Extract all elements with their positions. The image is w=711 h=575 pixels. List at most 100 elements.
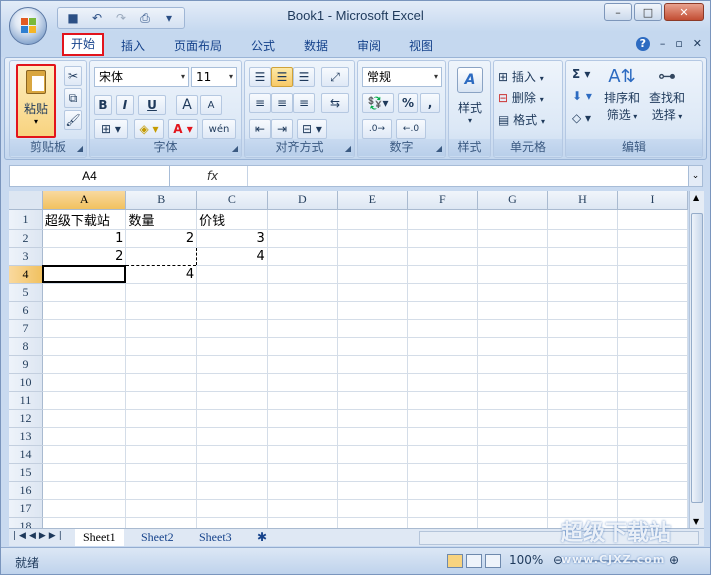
- column-header[interactable]: D: [267, 191, 338, 210]
- cell[interactable]: [196, 265, 268, 284]
- cell[interactable]: [125, 319, 198, 338]
- cell[interactable]: [547, 319, 619, 338]
- cell[interactable]: [407, 265, 478, 284]
- insert-function-icon[interactable]: fx: [178, 166, 248, 186]
- column-header[interactable]: G: [477, 191, 548, 210]
- comma-button[interactable]: ,: [420, 93, 440, 113]
- cell[interactable]: [407, 481, 478, 500]
- merge-center-icon[interactable]: ⊟ ▾: [297, 119, 327, 139]
- expand-formula-bar-icon[interactable]: ⌄: [688, 166, 702, 186]
- cell[interactable]: [337, 409, 408, 428]
- cut-icon[interactable]: ✂: [64, 66, 82, 86]
- cell[interactable]: [547, 283, 619, 302]
- column-header[interactable]: B: [125, 191, 198, 210]
- cell[interactable]: [547, 499, 619, 518]
- cell[interactable]: [547, 229, 619, 248]
- italic-button[interactable]: I: [116, 95, 134, 115]
- view-normal-icon[interactable]: [447, 554, 463, 568]
- cell[interactable]: [407, 445, 478, 464]
- sheet-tab-3[interactable]: Sheet3: [191, 529, 240, 546]
- cell[interactable]: [196, 481, 268, 500]
- cell[interactable]: 1: [42, 229, 127, 248]
- cell[interactable]: [42, 301, 127, 320]
- cell[interactable]: [547, 427, 619, 446]
- row-header[interactable]: 5: [9, 283, 43, 302]
- cell[interactable]: [42, 481, 127, 500]
- cell[interactable]: [477, 373, 548, 392]
- cell[interactable]: [337, 373, 408, 392]
- percent-button[interactable]: %: [398, 93, 418, 113]
- tab-formulas[interactable]: 公式: [245, 36, 281, 56]
- cell[interactable]: [196, 301, 268, 320]
- cell[interactable]: [617, 265, 688, 284]
- cell[interactable]: [477, 283, 548, 302]
- cell[interactable]: [196, 427, 268, 446]
- cell[interactable]: 2: [125, 229, 198, 248]
- cell[interactable]: [267, 517, 338, 528]
- cell[interactable]: [196, 355, 268, 374]
- cell[interactable]: [196, 517, 268, 528]
- insert-sheet-icon[interactable]: ✱: [249, 529, 275, 546]
- bold-button[interactable]: B: [94, 95, 112, 115]
- row-header[interactable]: 3: [9, 247, 43, 266]
- cell[interactable]: [407, 409, 478, 428]
- view-page-break-icon[interactable]: [485, 554, 501, 568]
- ribbon-minimize-icon[interactable]: –: [660, 37, 666, 51]
- cell[interactable]: [267, 247, 338, 266]
- cell[interactable]: [42, 283, 127, 302]
- cell[interactable]: [477, 427, 548, 446]
- cell[interactable]: [617, 247, 688, 266]
- cell[interactable]: [477, 355, 548, 374]
- column-header[interactable]: F: [407, 191, 478, 210]
- paste-button[interactable]: 粘贴 ▾: [16, 64, 56, 138]
- cell[interactable]: [337, 445, 408, 464]
- phonetic-button[interactable]: wén: [202, 119, 236, 139]
- increase-indent-icon[interactable]: ⇥: [271, 119, 293, 139]
- cell[interactable]: [407, 463, 478, 482]
- cell[interactable]: [42, 499, 127, 518]
- cell[interactable]: [196, 283, 268, 302]
- cell[interactable]: [477, 319, 548, 338]
- number-format-select[interactable]: 常规 ▾: [362, 67, 442, 87]
- font-size-select[interactable]: 11 ▾: [191, 67, 237, 87]
- insert-cells-button[interactable]: ⊞ 插入 ▾: [498, 68, 544, 85]
- maximize-button[interactable]: □: [634, 3, 662, 21]
- cell[interactable]: [125, 283, 198, 302]
- cell[interactable]: [337, 481, 408, 500]
- help-icon[interactable]: ?: [635, 37, 650, 51]
- cell[interactable]: [337, 391, 408, 410]
- select-all-corner[interactable]: [9, 191, 43, 210]
- clipboard-launcher-icon[interactable]: ◢: [77, 144, 83, 153]
- row-header[interactable]: 4: [9, 265, 43, 284]
- cell[interactable]: [337, 301, 408, 320]
- cell[interactable]: [196, 337, 268, 356]
- cell[interactable]: [477, 337, 548, 356]
- cell[interactable]: [407, 427, 478, 446]
- cell[interactable]: [267, 229, 338, 248]
- align-left-icon[interactable]: ≡: [249, 93, 271, 113]
- cell[interactable]: [617, 283, 688, 302]
- cell[interactable]: [407, 337, 478, 356]
- tab-view[interactable]: 视图: [403, 36, 439, 56]
- sheet-tab-1[interactable]: Sheet1: [75, 529, 124, 546]
- row-header[interactable]: 17: [9, 499, 43, 518]
- cell[interactable]: [337, 427, 408, 446]
- row-header[interactable]: 10: [9, 373, 43, 392]
- cell[interactable]: [196, 319, 268, 338]
- cell[interactable]: [267, 301, 338, 320]
- zoom-level[interactable]: 100%: [509, 553, 543, 567]
- autosum-icon[interactable]: Σ ▾: [572, 67, 590, 81]
- accounting-format-icon[interactable]: 💱▾: [362, 93, 394, 113]
- font-name-select[interactable]: 宋体 ▾: [94, 67, 189, 87]
- delete-cells-button[interactable]: ⊟ 删除 ▾: [498, 89, 544, 106]
- cell[interactable]: [125, 373, 198, 392]
- cell[interactable]: [125, 355, 198, 374]
- align-right-icon[interactable]: ≡: [293, 93, 315, 113]
- cell[interactable]: [196, 463, 268, 482]
- cell[interactable]: [477, 301, 548, 320]
- cell[interactable]: [407, 229, 478, 248]
- cell[interactable]: [267, 481, 338, 500]
- cell[interactable]: [196, 409, 268, 428]
- cell[interactable]: [42, 265, 127, 284]
- sort-filter-button[interactable]: A⇅ 排序和 筛选 ▾: [602, 65, 642, 123]
